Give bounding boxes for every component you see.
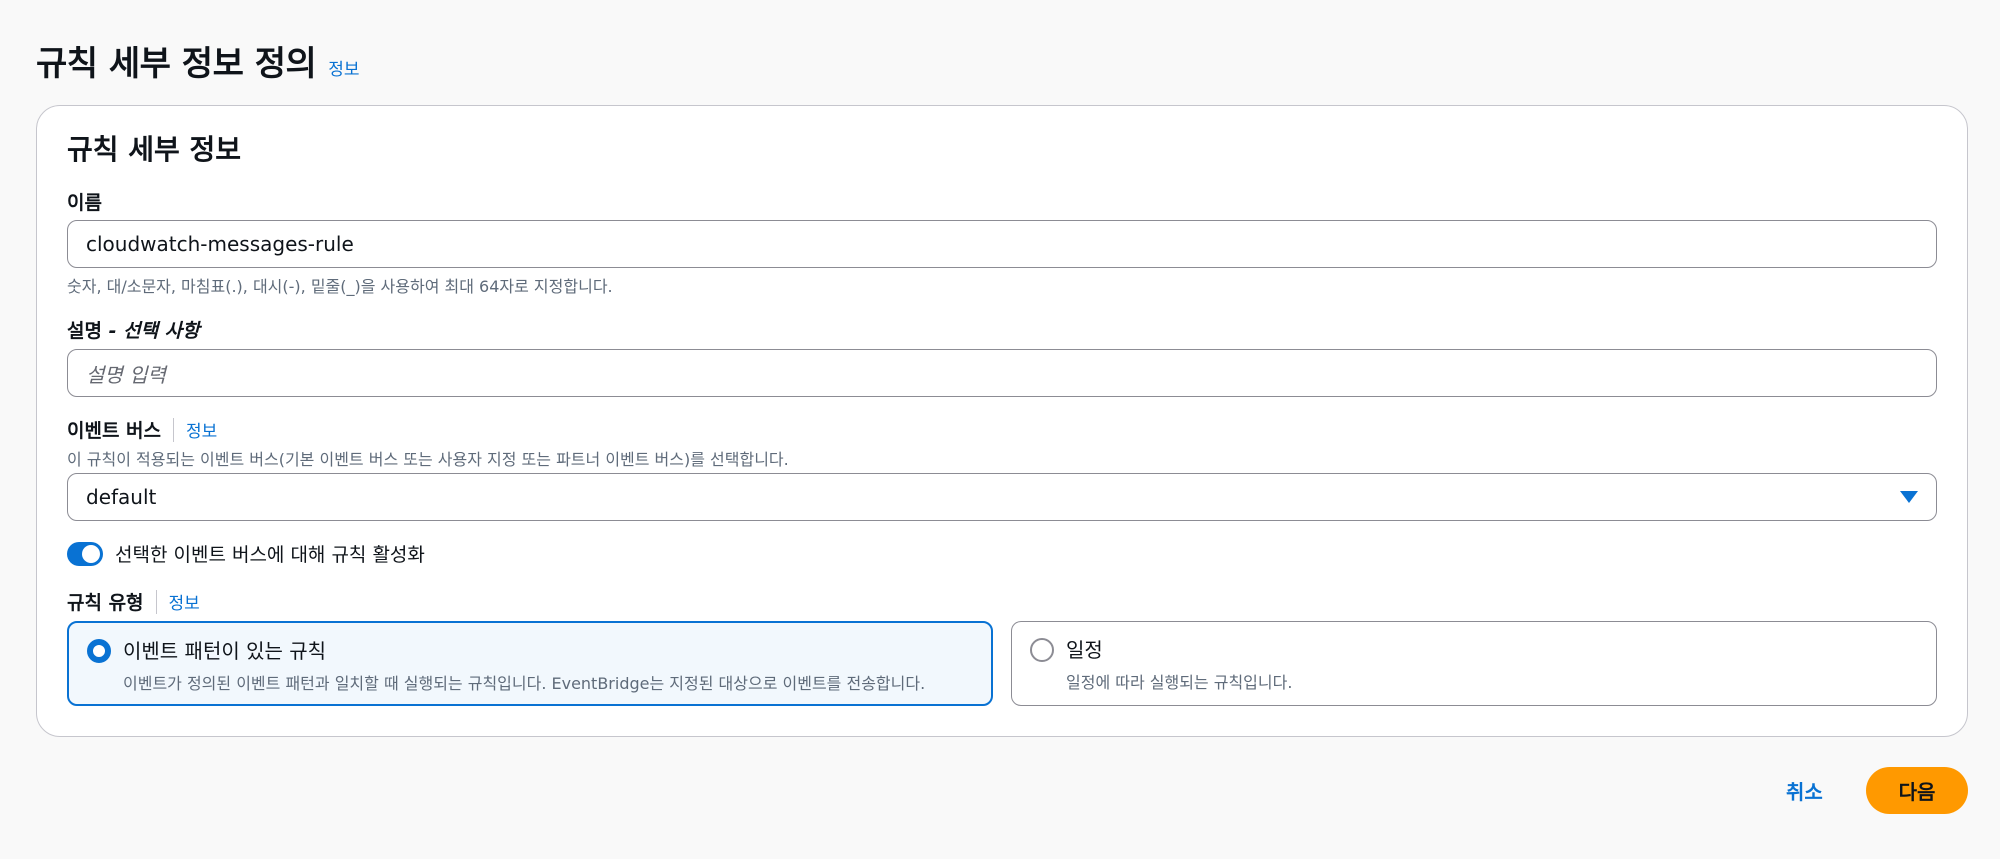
- container-title: 규칙 세부 정보: [67, 133, 242, 166]
- event-bus-selected-value: default: [86, 485, 157, 509]
- option-description: 이벤트가 정의된 이벤트 패턴과 일치할 때 실행되는 규칙입니다. Event…: [123, 674, 926, 693]
- name-constraint-text: 숫자, 대/소문자, 마침표(.), 대시(-), 밑줄(_)을 사용하여 최대…: [67, 277, 613, 296]
- event-bus-select[interactable]: default: [67, 473, 1937, 521]
- label-divider: [173, 417, 175, 442]
- description-input[interactable]: 설명 입력: [67, 349, 1937, 397]
- name-field-group: 이름: [67, 188, 1937, 215]
- enable-rule-toggle-row: 선택한 이벤트 버스에 대해 규칙 활성화: [67, 540, 1937, 567]
- rule-type-option-event-pattern[interactable]: 이벤트 패턴이 있는 규칙 이벤트가 정의된 이벤트 패턴과 일치할 때 실행되…: [67, 621, 993, 706]
- event-bus-info-link[interactable]: 정보: [186, 417, 217, 442]
- option-title: 일정: [1066, 638, 1103, 662]
- page-info-link[interactable]: 정보: [328, 55, 359, 80]
- rule-type-label: 규칙 유형 정보: [67, 588, 1937, 615]
- event-bus-label: 이벤트 버스 정보: [67, 416, 1937, 443]
- label-divider: [155, 589, 157, 614]
- name-label: 이름: [67, 192, 102, 214]
- description-optional-text: - 선택 사항: [108, 320, 200, 342]
- rule-details-container: 규칙 세부 정보 이름 cloudwatch-messages-rule 숫자,…: [36, 105, 1968, 737]
- radio-selected-icon[interactable]: [87, 639, 111, 663]
- next-button[interactable]: 다음: [1866, 767, 1968, 814]
- option-title: 이벤트 패턴이 있는 규칙: [123, 639, 327, 663]
- name-input[interactable]: cloudwatch-messages-rule: [67, 220, 1937, 268]
- caret-down-icon: [1900, 491, 1918, 503]
- option-description: 일정에 따라 실행되는 규칙입니다.: [1066, 673, 1293, 692]
- description-label: 설명 - 선택 사항: [67, 316, 1937, 343]
- cancel-button[interactable]: 취소: [1786, 776, 1823, 805]
- radio-unselected-icon[interactable]: [1030, 638, 1054, 662]
- rule-type-option-schedule[interactable]: 일정 일정에 따라 실행되는 규칙입니다.: [1011, 621, 1937, 706]
- event-bus-label-text: 이벤트 버스: [67, 420, 162, 442]
- page-title: 규칙 세부 정보 정의: [36, 44, 317, 84]
- event-bus-description: 이 규칙이 적용되는 이벤트 버스(기본 이벤트 버스 또는 사용자 지정 또는…: [67, 450, 789, 469]
- rule-type-info-link[interactable]: 정보: [169, 589, 200, 614]
- enable-rule-toggle-label: 선택한 이벤트 버스에 대해 규칙 활성화: [115, 544, 425, 566]
- page-header: 규칙 세부 정보 정의 정보: [36, 36, 360, 85]
- rule-type-label-text: 규칙 유형: [67, 592, 144, 614]
- description-label-text: 설명: [67, 320, 102, 342]
- toggle-knob: [82, 544, 100, 563]
- enable-rule-toggle[interactable]: [67, 541, 103, 566]
